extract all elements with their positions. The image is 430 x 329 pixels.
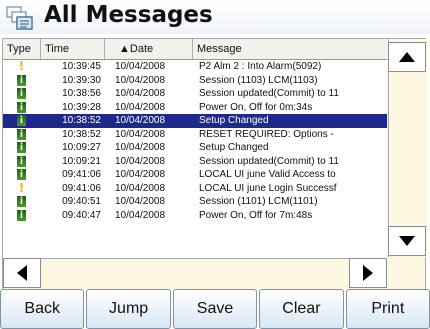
date-cell: 10/04/2008 <box>115 115 166 126</box>
type-cell: i <box>3 101 41 115</box>
time-cell: 10:38:52 <box>62 115 101 126</box>
column-header-time[interactable]: Time <box>41 39 105 59</box>
message-cell: Session updated(Commit) to 11 <box>199 155 339 167</box>
time-cell: 10:39:45 <box>62 61 101 72</box>
type-cell: i <box>3 74 41 88</box>
date-cell: 10/04/2008 <box>115 155 166 167</box>
print-button[interactable]: Print <box>345 289 430 329</box>
type-cell: ! <box>3 60 41 74</box>
table-row[interactable]: i 10:09:27 10/04/2008 Setup Changed <box>3 141 387 155</box>
warning-icon: ! <box>18 60 25 73</box>
type-cell: i <box>3 87 41 101</box>
message-cell: Session (1103) LCM(1103) <box>199 74 318 86</box>
time-cell: 10:09:21 <box>62 155 101 167</box>
type-cell: i <box>3 168 41 182</box>
back-button[interactable]: Back <box>0 289 85 329</box>
date-cell: 10/04/2008 <box>115 169 166 180</box>
column-header-date[interactable]: ▲Date <box>105 39 193 59</box>
column-header-type[interactable]: Type <box>3 39 41 59</box>
scroll-left-button[interactable] <box>3 258 41 288</box>
message-cell: RESET REQUIRED: Options - <box>199 128 334 140</box>
message-cell: Setup Changed <box>199 142 269 153</box>
type-cell: i <box>3 141 41 155</box>
info-icon: i <box>17 142 26 153</box>
date-cell: 10/04/2008 <box>115 74 166 86</box>
arrow-up-icon <box>399 52 415 62</box>
table-row[interactable]: i 09:40:51 10/04/2008 Session (1101) LCM(11… <box>3 195 387 209</box>
table-row[interactable]: ! 10:39:45 10/04/2008 P2 Alm 2 : Into Alarm… <box>3 60 387 74</box>
type-cell: i <box>3 114 41 128</box>
time-cell: 09:40:51 <box>62 196 101 207</box>
info-icon: i <box>17 88 26 99</box>
page-title: All Messages <box>44 2 213 28</box>
jump-button[interactable]: Jump <box>86 289 171 329</box>
message-cell: Session (1101) LCM(1101) <box>199 196 318 207</box>
message-cell: LOCAL UI june Valid Access to <box>199 169 336 180</box>
info-icon: i <box>17 169 26 180</box>
messages-logo-icon <box>6 6 33 30</box>
info-icon: i <box>17 115 26 126</box>
warning-icon: ! <box>18 180 25 195</box>
time-cell: 10:09:27 <box>62 142 101 153</box>
time-cell: 09:40:47 <box>62 209 101 221</box>
horizontal-scrollbar[interactable] <box>3 258 387 289</box>
column-headers: Type Time ▲Date Message <box>3 39 387 60</box>
type-cell: i <box>3 195 41 209</box>
table-row[interactable]: i 10:39:28 10/04/2008 Power On, Off for 0m:… <box>3 101 387 115</box>
date-cell: 10/04/2008 <box>115 209 166 221</box>
message-cell: Power On, Off for 7m:48s <box>199 209 313 221</box>
clear-button[interactable]: Clear <box>259 289 344 329</box>
date-cell: 10/04/2008 <box>115 61 166 72</box>
type-cell: i <box>3 128 41 142</box>
table-row[interactable]: i 09:41:06 10/04/2008 LOCAL UI june Valid A… <box>3 168 387 182</box>
time-cell: 09:41:06 <box>62 182 101 194</box>
date-cell: 10/04/2008 <box>115 196 166 207</box>
message-cell: Setup Changed <box>199 115 269 126</box>
table-row[interactable]: i 10:09:21 10/04/2008 Session updated(Commi… <box>3 155 387 169</box>
table-row[interactable]: ! 09:41:06 10/04/2008 LOCAL UI june Login S… <box>3 182 387 196</box>
message-cell: Power On, Off for 0m:34s <box>199 101 313 113</box>
info-icon: i <box>17 196 26 207</box>
date-cell: 10/04/2008 <box>115 101 166 113</box>
time-cell: 10:38:56 <box>62 88 101 99</box>
arrow-down-icon <box>399 236 415 246</box>
time-cell: 09:41:06 <box>62 169 101 180</box>
message-cell: LOCAL UI june Login Successf <box>199 182 337 194</box>
info-icon: i <box>17 155 26 167</box>
table-row[interactable]: i 10:39:30 10/04/2008 Session (1103) LCM(11… <box>3 74 387 88</box>
type-cell: i <box>3 209 41 223</box>
message-table: ! 10:39:45 10/04/2008 P2 Alm 2 : Into Alarm… <box>3 60 387 277</box>
table-row[interactable]: i 09:40:47 10/04/2008 Power On, Off for 7m:… <box>3 209 387 223</box>
info-icon: i <box>17 101 26 113</box>
info-icon: i <box>17 128 26 140</box>
arrow-right-icon <box>363 265 373 281</box>
scroll-up-button[interactable] <box>388 42 426 72</box>
column-header-message[interactable]: Message <box>193 39 387 59</box>
time-cell: 10:39:28 <box>62 101 101 113</box>
time-cell: 10:39:30 <box>62 74 101 86</box>
date-cell: 10/04/2008 <box>115 142 166 153</box>
date-cell: 10/04/2008 <box>115 128 166 140</box>
message-cell: P2 Alm 2 : Into Alarm(5092) <box>199 61 322 72</box>
type-cell: i <box>3 155 41 169</box>
date-cell: 10/04/2008 <box>115 182 166 194</box>
message-cell: Session updated(Commit) to 11 <box>199 88 339 99</box>
table-row[interactable]: i 10:38:52 10/04/2008 RESET REQUIRED: Optio… <box>3 128 387 142</box>
info-icon: i <box>17 209 26 221</box>
type-cell: ! <box>3 182 41 196</box>
info-icon: i <box>17 74 26 86</box>
date-cell: 10/04/2008 <box>115 88 166 99</box>
arrow-left-icon <box>17 265 27 281</box>
bottom-toolbar: Back Jump Save Clear Print <box>0 289 430 329</box>
header-bar: All Messages <box>0 0 430 34</box>
table-row[interactable]: i 10:38:56 10/04/2008 Session updated(Commi… <box>3 87 387 101</box>
scroll-down-button[interactable] <box>388 226 426 256</box>
scroll-right-button[interactable] <box>349 258 387 288</box>
save-button[interactable]: Save <box>172 289 258 329</box>
time-cell: 10:38:52 <box>62 128 101 140</box>
table-row[interactable]: i 10:38:52 10/04/2008 Setup Changed <box>3 114 387 128</box>
